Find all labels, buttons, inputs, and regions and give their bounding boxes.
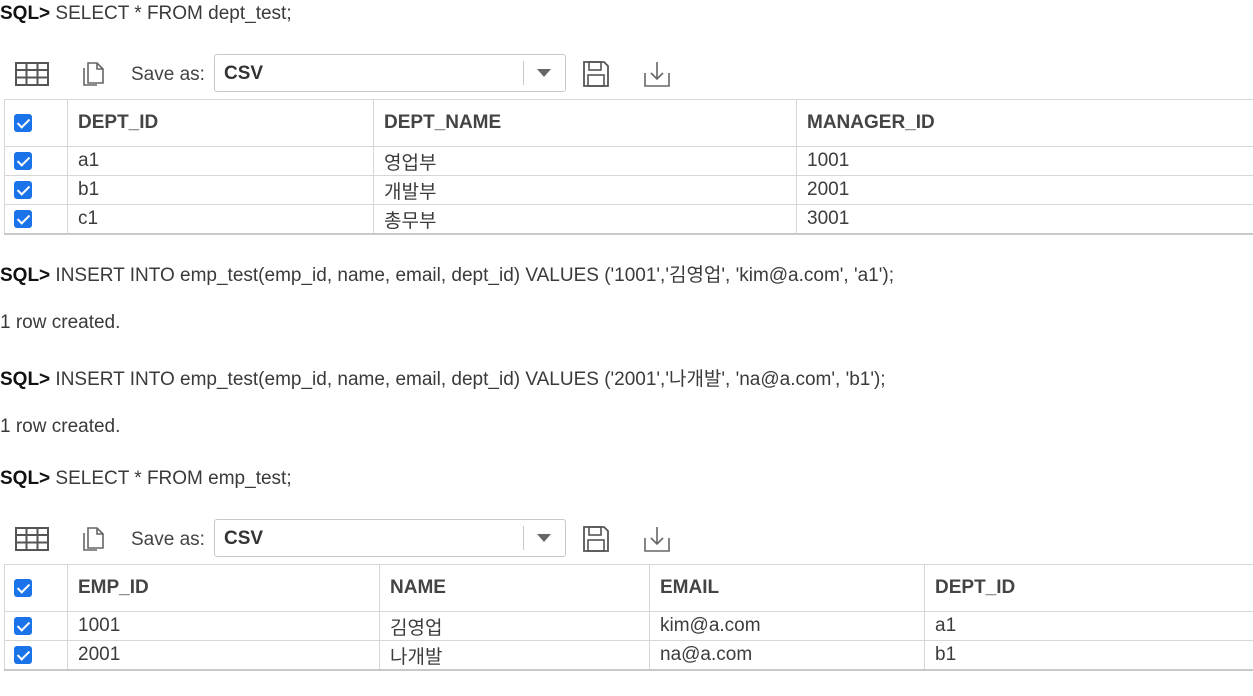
sql-command-text: SELECT * FROM dept_test;: [50, 3, 292, 24]
sql-prompt: SQL>: [0, 369, 51, 390]
floppy-save-icon[interactable]: [579, 523, 613, 555]
row-checkbox-cell[interactable]: [4, 175, 68, 205]
column-header[interactable]: EMAIL: [649, 564, 925, 612]
sql-command-line: SQL> SELECT * FROM dept_test;: [0, 3, 292, 25]
table-cell: 3001: [796, 204, 1253, 235]
export-format-value: CSV: [224, 63, 264, 84]
table-grid-icon[interactable]: [15, 58, 49, 90]
select-divider: [523, 526, 524, 550]
table-row[interactable]: 2001 나개발 na@a.com b1: [4, 640, 1253, 671]
checkbox-checked-icon[interactable]: [14, 151, 32, 170]
copy-icon[interactable]: [76, 58, 110, 90]
row-checkbox-cell[interactable]: [4, 640, 68, 671]
sql-prompt: SQL>: [0, 3, 51, 24]
row-checkbox-cell[interactable]: [4, 204, 68, 235]
checkbox-checked-icon[interactable]: [14, 209, 32, 228]
table-cell: 개발부: [373, 175, 797, 205]
table-cell: 나개발: [379, 640, 650, 671]
row-checkbox-cell[interactable]: [4, 146, 68, 176]
sql-command-text: INSERT INTO emp_test(emp_id, name, email…: [50, 369, 886, 390]
save-as-label: Save as:: [131, 529, 205, 550]
column-header[interactable]: MANAGER_ID: [796, 99, 1253, 147]
export-format-select[interactable]: CSV: [214, 54, 566, 92]
column-header[interactable]: DEPT_NAME: [373, 99, 797, 147]
sql-prompt: SQL>: [0, 265, 51, 286]
column-header[interactable]: DEPT_ID: [924, 564, 1253, 612]
table-cell: kim@a.com: [649, 611, 925, 641]
table-cell: a1: [924, 611, 1253, 641]
sql-command-line: SQL> INSERT INTO emp_test(emp_id, name, …: [0, 364, 886, 391]
result-toolbar: Save as: CSV: [0, 54, 1253, 94]
result-toolbar: Save as: CSV: [0, 519, 1253, 559]
floppy-save-icon[interactable]: [579, 58, 613, 90]
table-cell: b1: [67, 175, 374, 205]
sql-prompt: SQL>: [0, 468, 51, 489]
table-cell: 2001: [796, 175, 1253, 205]
export-format-select[interactable]: CSV: [214, 519, 566, 557]
table-cell: na@a.com: [649, 640, 925, 671]
sql-command-line: SQL> SELECT * FROM emp_test;: [0, 468, 292, 490]
select-divider: [523, 61, 524, 85]
table-header-row: EMP_ID NAME EMAIL DEPT_ID: [4, 564, 1253, 612]
checkbox-checked-icon[interactable]: [14, 578, 32, 597]
dept-result-table: DEPT_ID DEPT_NAME MANAGER_ID a1 영업부 1001…: [4, 99, 1253, 235]
table-cell: 영업부: [373, 146, 797, 176]
export-format-value: CSV: [224, 528, 264, 549]
download-icon[interactable]: [640, 58, 674, 90]
table-row[interactable]: a1 영업부 1001: [4, 146, 1253, 176]
sql-command-line: SQL> INSERT INTO emp_test(emp_id, name, …: [0, 260, 894, 287]
table-cell: c1: [67, 204, 374, 235]
table-cell: 총무부: [373, 204, 797, 235]
table-cell: 1001: [67, 611, 380, 641]
checkbox-checked-icon[interactable]: [14, 113, 32, 132]
save-as-label: Save as:: [131, 64, 205, 85]
row-checkbox-cell[interactable]: [4, 611, 68, 641]
select-all-checkbox-cell[interactable]: [4, 99, 68, 147]
chevron-down-icon: [537, 534, 551, 542]
result-message: 1 row created.: [0, 312, 121, 333]
emp-result-table: EMP_ID NAME EMAIL DEPT_ID 1001 김영업 kim@a…: [4, 564, 1253, 671]
column-header[interactable]: DEPT_ID: [67, 99, 374, 147]
table-cell: 2001: [67, 640, 380, 671]
table-grid-icon[interactable]: [15, 523, 49, 555]
table-row[interactable]: b1 개발부 2001: [4, 175, 1253, 205]
column-header[interactable]: EMP_ID: [67, 564, 380, 612]
chevron-down-icon: [537, 69, 551, 77]
table-cell: 김영업: [379, 611, 650, 641]
table-row[interactable]: 1001 김영업 kim@a.com a1: [4, 611, 1253, 641]
download-icon[interactable]: [640, 523, 674, 555]
sql-command-text: INSERT INTO emp_test(emp_id, name, email…: [50, 265, 894, 286]
result-message: 1 row created.: [0, 416, 121, 437]
table-row[interactable]: c1 총무부 3001: [4, 204, 1253, 235]
select-all-checkbox-cell[interactable]: [4, 564, 68, 612]
checkbox-checked-icon[interactable]: [14, 616, 32, 635]
table-cell: a1: [67, 146, 374, 176]
table-header-row: DEPT_ID DEPT_NAME MANAGER_ID: [4, 99, 1253, 147]
column-header[interactable]: NAME: [379, 564, 650, 612]
copy-icon[interactable]: [76, 523, 110, 555]
sql-command-text: SELECT * FROM emp_test;: [50, 468, 292, 489]
checkbox-checked-icon[interactable]: [14, 180, 32, 199]
checkbox-checked-icon[interactable]: [14, 645, 32, 664]
table-cell: b1: [924, 640, 1253, 671]
table-cell: 1001: [796, 146, 1253, 176]
